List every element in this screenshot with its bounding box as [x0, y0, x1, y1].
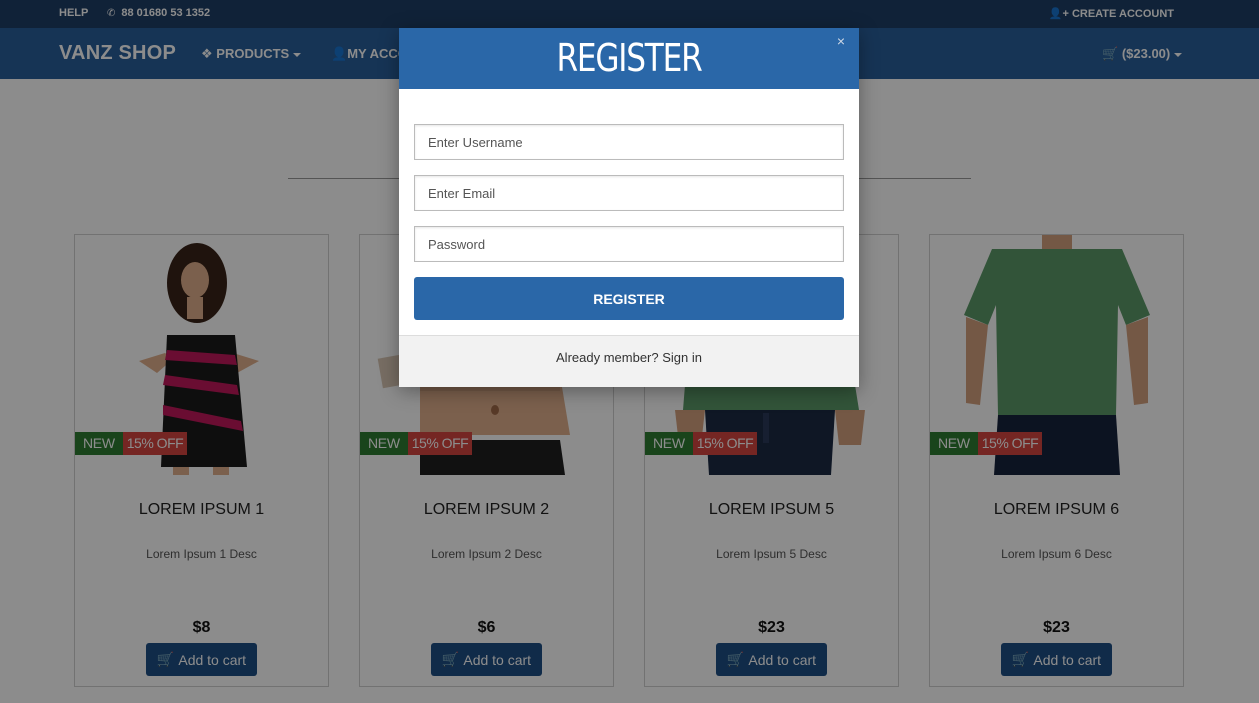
password-input[interactable] — [414, 226, 844, 262]
email-input[interactable] — [414, 175, 844, 211]
register-modal: REGISTER × REGISTER Already member? Sign… — [399, 28, 859, 387]
close-icon[interactable]: × — [837, 33, 845, 49]
modal-header: REGISTER × — [399, 28, 859, 89]
username-input[interactable] — [414, 124, 844, 160]
sign-in-link[interactable]: Already member? Sign in — [399, 350, 859, 365]
modal-footer: Already member? Sign in — [399, 335, 859, 387]
register-button[interactable]: REGISTER — [414, 277, 844, 320]
modal-title: REGISTER — [556, 36, 703, 80]
